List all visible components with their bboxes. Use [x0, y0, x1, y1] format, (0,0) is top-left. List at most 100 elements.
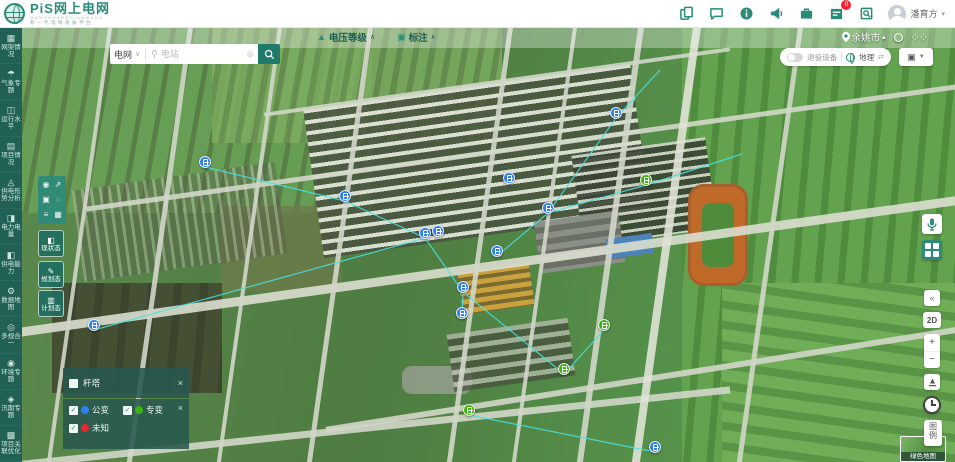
sidebar-item-supply-analysis[interactable]: ◬供电形势分析 — [0, 173, 22, 209]
transformer-icon — [92, 322, 97, 329]
project-optimization-icon: ▩ — [7, 431, 16, 440]
user-menu[interactable]: 潘育方 ▾ — [888, 5, 945, 23]
sidebar-item-multi-plan[interactable]: ◎多规合一 — [0, 317, 22, 353]
voltage-level-dropdown[interactable]: ▲ 电压等级 ∧ — [317, 30, 375, 44]
current-state-icon: ◧ — [47, 236, 55, 245]
brand-title: PiS网上电网 — [30, 2, 110, 15]
dedicated-transformer-marker[interactable] — [558, 363, 570, 375]
satellite-map[interactable]: ▲ 电压等级 ∧ ▣ 标注 ∧ 电网 ∨ ⚲ ⊗ — [22, 28, 955, 462]
public-transformer-marker[interactable] — [542, 202, 554, 214]
sidebar-item-flood-season[interactable]: ◈汛期专题 — [0, 390, 22, 426]
zoom-in-button[interactable]: + — [924, 334, 940, 352]
legend-item-unknown: ✓ 未知 — [69, 422, 109, 434]
public-transformer-marker[interactable] — [339, 190, 351, 202]
locate-icon[interactable] — [894, 33, 903, 42]
sidebar-item-supply-capacity[interactable]: ◧供电能力 — [0, 245, 22, 281]
map-edit-tool-panel: ◉ ⇗ ▣ ◌ ≡ ▦ — [38, 176, 66, 224]
info-icon[interactable] — [738, 5, 755, 22]
2d-mode-button[interactable]: 2D — [923, 312, 941, 328]
notification-badge: 8 — [841, 0, 851, 10]
chat-icon[interactable] — [708, 5, 725, 22]
public-transformer-marker[interactable] — [649, 441, 661, 453]
list-tool-icon[interactable]: ≡ — [44, 211, 49, 219]
chevron-up-icon: ∧ — [431, 33, 436, 41]
globe-logo-icon — [4, 3, 25, 24]
user-avatar — [888, 5, 906, 23]
sidebar-item-grid-status[interactable]: ▦网架情况 — [0, 28, 22, 64]
transformer-icon — [203, 159, 208, 166]
swap-icon[interactable]: ⇄ — [878, 53, 884, 61]
public-transformer-marker[interactable] — [419, 227, 431, 239]
public-transformer-marker[interactable] — [457, 281, 469, 293]
trend-tool-icon[interactable]: ⇗ — [55, 181, 62, 189]
close-icon[interactable]: × — [178, 378, 183, 388]
annotation-dropdown[interactable]: ▣ 标注 ∧ — [397, 30, 436, 44]
sidebar-item-power-quantity[interactable]: ◨电力电量 — [0, 209, 22, 245]
unknown-checkbox[interactable]: ✓ — [69, 424, 78, 433]
search-button[interactable] — [258, 44, 280, 64]
power-quantity-icon: ◨ — [7, 214, 16, 223]
transformer-icon — [460, 310, 465, 317]
geography-label[interactable]: 地理 — [859, 52, 874, 63]
supply-analysis-icon: ◬ — [8, 178, 15, 187]
clipboard-search-icon[interactable] — [858, 5, 875, 22]
zoom-out-button[interactable]: − — [924, 352, 940, 369]
dedicated-transformer-marker[interactable] — [640, 174, 652, 186]
circle-select-tool-icon[interactable]: ◌ — [56, 196, 61, 204]
dedicated-transformer-marker[interactable] — [463, 404, 475, 416]
location-pin-icon — [842, 32, 850, 42]
search-input[interactable] — [161, 49, 244, 59]
layers-button[interactable]: ▣ ▼ — [899, 48, 933, 66]
legend-toggle-button[interactable]: 图例 — [924, 420, 942, 446]
brand-logo[interactable]: PiS网上电网 WANGSHANGDIANWANG 新一代电网发展平台 — [4, 2, 110, 26]
city-selector[interactable]: 余姚市 ▴ — [842, 30, 886, 44]
public-transformer-marker[interactable] — [456, 307, 468, 319]
copy-document-icon[interactable] — [678, 5, 695, 22]
transformer-icon — [436, 228, 441, 235]
dedicated-transformer-marker[interactable] — [598, 319, 610, 331]
plan-state-button[interactable]: ▥ 计划态 — [38, 290, 64, 317]
transformer-icon — [495, 248, 500, 255]
retired-devices-toggle[interactable] — [787, 53, 803, 62]
fullscreen-icon[interactable]: ⁘⁘ — [911, 31, 927, 44]
sidebar-item-projects[interactable]: ▤项目情况 — [0, 137, 22, 173]
history-clock-button[interactable] — [923, 396, 941, 414]
voice-search-button[interactable] — [922, 214, 942, 234]
close-icon[interactable]: × — [178, 403, 183, 413]
map-search-bar: 电网 ∨ ⚲ ⊗ — [110, 44, 280, 64]
blue-dot-icon — [81, 406, 89, 414]
clear-search-icon[interactable]: ⊗ — [246, 49, 254, 60]
planning-state-button[interactable]: ✎ 规划态 — [38, 261, 64, 288]
current-state-button[interactable]: ◧ 现状态 — [38, 230, 64, 257]
public-transformer-marker[interactable] — [610, 107, 622, 119]
legend-item-dedicated-transformer: ✓ 专变 — [123, 404, 163, 416]
search-category-select[interactable]: 电网 — [114, 48, 132, 61]
user-name: 潘育方 — [910, 7, 937, 20]
grid-tool-icon[interactable]: ▦ — [54, 211, 62, 219]
briefcase-icon[interactable] — [798, 5, 815, 22]
sidebar-item-project-optimization[interactable]: ▩项目关联优化 — [0, 426, 22, 462]
sidebar-item-weather[interactable]: ☂气象专题 — [0, 64, 22, 100]
sidebar-item-environment[interactable]: ◉环境专题 — [0, 354, 22, 390]
sidebar-item-data-map[interactable]: ⚙数据地图 — [0, 281, 22, 317]
public-transformer-marker[interactable] — [88, 319, 100, 331]
public-transformer-marker[interactable] — [503, 172, 515, 184]
brand-tagline: 新一代电网发展平台 — [30, 21, 110, 26]
left-sidebar: ▦网架情况 ☂气象专题 ◫运行水平 ▤项目情况 ◬供电形势分析 ◨电力电量 ◧供… — [0, 28, 22, 462]
public-transformer-marker[interactable] — [491, 245, 503, 257]
calendar-alert-icon[interactable]: 8 — [828, 5, 845, 22]
street-view-button[interactable] — [924, 374, 940, 390]
collapse-panel-button[interactable]: « — [924, 290, 940, 306]
sidebar-item-operation-level[interactable]: ◫运行水平 — [0, 100, 22, 136]
apps-grid-button[interactable] — [922, 240, 942, 260]
transformer-icon — [614, 110, 619, 117]
compass-tool-icon[interactable]: ◉ — [43, 181, 50, 189]
public-transformer-checkbox[interactable]: ✓ — [69, 406, 78, 415]
dedicated-transformer-checkbox[interactable]: ✓ — [123, 406, 132, 415]
chevron-down-icon: ∨ — [135, 50, 140, 58]
public-transformer-marker[interactable] — [432, 225, 444, 237]
tower-checkbox[interactable]: ✓ — [69, 379, 78, 388]
select-area-tool-icon[interactable]: ▣ — [42, 196, 50, 204]
public-transformer-marker[interactable] — [199, 156, 211, 168]
announcement-icon[interactable] — [768, 5, 785, 22]
